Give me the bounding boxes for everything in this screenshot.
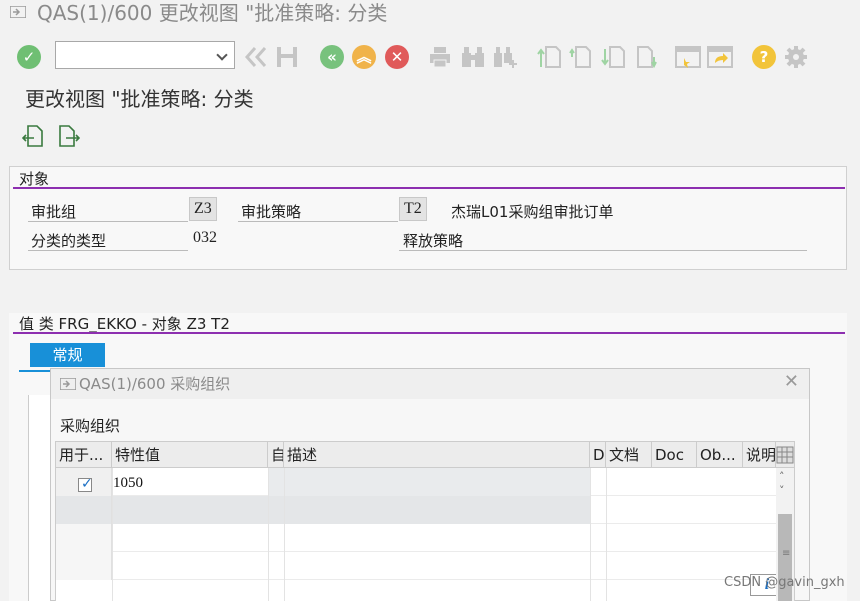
popup-menu-icon[interactable] <box>60 378 76 390</box>
column-divider <box>284 468 285 601</box>
settings-icon[interactable] <box>784 45 808 69</box>
char-value-cell[interactable]: 1050 <box>113 475 143 492</box>
approval-strategy-field[interactable]: T2 <box>399 197 427 221</box>
used-checkbox[interactable]: ✓ <box>78 476 93 492</box>
column-divider <box>112 468 113 601</box>
last-page-icon[interactable] <box>633 45 657 69</box>
find-next-icon[interactable] <box>492 45 518 69</box>
table-row <box>56 496 794 524</box>
column-header-explanation[interactable]: 说明 <box>743 442 776 468</box>
table-row <box>56 468 794 496</box>
row-description-cell <box>268 468 590 496</box>
char-values-table: 用于... 特性值 自 描述 D 文档 Doc Ob... 说明 ✓ 1050 <box>55 441 795 601</box>
row-selector[interactable] <box>56 524 112 552</box>
column-settings-icon[interactable] <box>776 446 794 464</box>
cancel-icon[interactable]: ✕ <box>385 45 409 69</box>
column-header-doc[interactable]: Doc <box>652 442 697 468</box>
new-session-icon[interactable] <box>675 45 701 69</box>
object-section-title: 对象 <box>19 170 50 188</box>
prev-page-icon[interactable] <box>569 45 593 69</box>
values-section-title: 值 类 FRG_EKKO - 对象 Z3 T2 <box>19 315 230 333</box>
display-change-icon[interactable] <box>22 125 44 147</box>
column-header-from[interactable]: 自 <box>268 442 284 468</box>
purchasing-org-popup: QAS(1)/600 采购组织 ✕ 采购组织 用于... 特性值 自 描述 D … <box>50 368 810 601</box>
export-icon[interactable] <box>58 125 80 147</box>
chevron-up-icon[interactable]: ˄ <box>779 470 785 483</box>
grip-icon: ≡ <box>782 548 791 559</box>
row-description-cell <box>112 496 590 524</box>
column-header-document[interactable]: 文档 <box>606 442 652 468</box>
class-type-label-underline <box>28 250 188 251</box>
column-header-char-value[interactable]: 特性值 <box>112 442 268 468</box>
release-strategy-underline <box>399 250 807 251</box>
column-header-d[interactable]: D <box>590 442 606 468</box>
object-section-divider <box>13 187 845 189</box>
menu-icon[interactable] <box>10 6 26 18</box>
approval-group-label: 审批组 <box>31 203 77 221</box>
watermark: CSDN @gavin_gxh <box>724 575 845 590</box>
find-icon[interactable] <box>460 45 486 69</box>
strategy-description: 杰瑞L01采购组审批订单 <box>451 203 614 221</box>
first-page-icon[interactable] <box>537 45 561 69</box>
table-header: 用于... 特性值 自 描述 D 文档 Doc Ob... 说明 <box>56 442 794 468</box>
popup-title: QAS(1)/600 采购组织 <box>79 375 231 393</box>
column-header-ob[interactable]: Ob... <box>697 442 743 468</box>
help-icon[interactable]: ? <box>752 45 776 69</box>
chevron-down-icon[interactable]: ˅ <box>779 484 785 497</box>
approval-group-field[interactable]: Z3 <box>189 197 217 221</box>
tab-general[interactable]: 常规 <box>30 343 105 367</box>
table-row <box>56 552 794 580</box>
page-title: 更改视图 "批准策略: 分类 <box>25 87 254 111</box>
values-table-background <box>28 395 52 601</box>
column-divider <box>606 468 607 601</box>
save-icon[interactable] <box>275 45 299 69</box>
values-section-divider <box>13 332 845 334</box>
object-group <box>9 166 847 270</box>
column-divider <box>268 468 269 601</box>
table-row <box>56 524 794 552</box>
title-bar: QAS(1)/600 更改视图 "批准策略: 分类 <box>0 0 860 26</box>
standard-toolbar: ✓ « ︽ ✕ ? <box>0 36 860 76</box>
column-header-used[interactable]: 用于... <box>56 442 112 468</box>
class-type-value: 032 <box>193 229 217 246</box>
chevron-down-icon[interactable] <box>216 49 228 61</box>
approval-strategy-label: 审批策略 <box>241 203 302 221</box>
column-header-description[interactable]: 描述 <box>284 442 590 468</box>
command-field[interactable] <box>55 41 235 69</box>
exit-icon[interactable]: ︽ <box>352 45 376 69</box>
popup-subtitle: 采购组织 <box>60 417 121 435</box>
print-icon[interactable] <box>428 45 452 69</box>
close-icon[interactable]: ✕ <box>784 371 799 392</box>
approval-strategy-label-underline <box>238 221 398 222</box>
row-selector[interactable] <box>56 496 112 524</box>
shortcut-icon[interactable] <box>707 45 733 69</box>
row-selector[interactable] <box>56 552 112 580</box>
window-title: QAS(1)/600 更改视图 "批准策略: 分类 <box>37 1 388 25</box>
next-page-icon[interactable] <box>601 45 625 69</box>
column-divider <box>590 468 591 601</box>
approval-group-label-underline <box>28 221 188 222</box>
back-double-icon[interactable] <box>244 46 268 68</box>
class-type-label: 分类的类型 <box>31 232 107 250</box>
check-icon[interactable]: ✓ <box>17 45 41 69</box>
check-icon: ✓ <box>81 476 93 492</box>
popup-header: QAS(1)/600 采购组织 ✕ <box>51 369 809 399</box>
back-icon[interactable]: « <box>320 45 344 69</box>
release-strategy-label: 释放策略 <box>403 232 464 250</box>
